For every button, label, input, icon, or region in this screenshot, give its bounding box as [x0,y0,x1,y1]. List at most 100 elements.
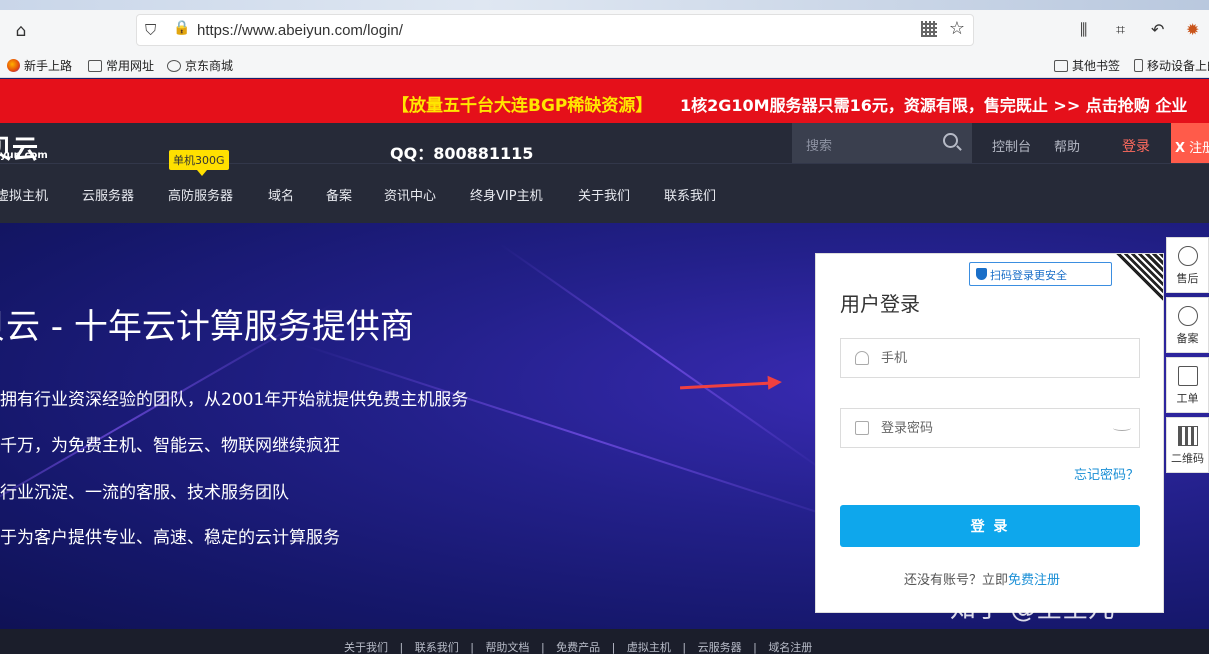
qr-code-icon[interactable] [921,21,937,37]
login-panel: 扫码登录更安全 用户登录 忘记密码？ 登 录 还没有账号？立即免费注册 [815,253,1164,613]
password-field[interactable] [840,408,1140,448]
red-arrow-annotation [679,381,771,390]
lock-icon [855,421,869,435]
nav-item-about[interactable]: 关于我们 [578,185,630,204]
footer-separator: | [399,641,404,654]
nav-item-domain[interactable]: 域名 [268,185,294,204]
address-bar[interactable]: ⛉ 🔒 https://www.abeiyun.com/login/ ☆ [136,14,974,46]
bookmark-item[interactable]: 京东商城 [167,57,233,74]
eye-closed-icon[interactable] [1113,425,1131,431]
promo-text[interactable]: 1核2G10M服务器只需16元，资源有限，售完既止 >> 点击抢购 企业 [680,92,1187,116]
shield-check-icon [976,268,987,280]
footer-link-cloud-server[interactable]: 云服务器 [698,641,742,654]
footer-link-contact[interactable]: 联系我们 [415,641,459,654]
hero-title: 贝云 - 十年云计算服务提供商 [0,307,414,347]
headset-icon [1177,306,1198,326]
footer-link-free[interactable]: 免费产品 [556,641,600,654]
register-button[interactable]: X 注册 [1171,123,1209,163]
nav-item-vip-host[interactable]: 终身VIP主机 [470,185,543,204]
phone-input[interactable] [881,348,1111,368]
footer-separator: | [682,641,687,654]
footer-link-virtual-host[interactable]: 虚拟主机 [627,641,671,654]
side-label: 售后 [1176,272,1199,285]
phone-field[interactable] [840,338,1140,378]
site-logo-domain: yun.com [0,150,48,161]
search-input[interactable]: 搜索 [792,123,972,163]
footer-link-help[interactable]: 帮助文档 [485,641,529,654]
user-icon [855,351,869,365]
light-beam [499,243,829,475]
side-item-qrcode[interactable]: 二维码 [1166,417,1209,473]
footer-link-domain[interactable]: 域名注册 [768,641,812,654]
header-login-link[interactable]: 登录 [1122,136,1150,156]
bookmark-label: 常用网址 [106,59,155,73]
search-placeholder: 搜索 [806,139,833,154]
document-icon [1177,366,1198,386]
register-prompt: 还没有账号？立即免费注册 [904,569,1060,588]
qr-login-toggle-icon[interactable] [1115,254,1163,302]
nav-item-cloud-server[interactable]: 云服务器 [82,185,134,204]
console-link[interactable]: 控制台 [992,136,1031,155]
scan-login-tip[interactable]: 扫码登录更安全 [969,262,1112,286]
password-input[interactable] [881,418,1111,438]
bookmarks-bar: 新手上路 常用网址 京东商城 其他书签 移动设备上的 [0,52,1209,78]
folder-icon [1054,59,1068,72]
headset-icon [1177,246,1198,266]
promo-banner[interactable]: 【放量五千台大连BGP稀缺资源】 1核2G10M服务器只需16元，资源有限，售完… [0,79,1209,123]
shield-icon[interactable]: ⛉ [145,21,161,39]
footer-link-about[interactable]: 关于我们 [344,641,388,654]
nav-item-contact[interactable]: 联系我们 [664,185,716,204]
footer-links: 关于我们 | 联系我们 | 帮助文档 | 免费产品 | 虚拟主机 | 云服务器 … [344,639,820,654]
url-text[interactable]: https://www.abeiyun.com/login/ [197,22,403,39]
star-icon[interactable]: ☆ [949,18,965,39]
back-icon[interactable]: ↶ [1151,20,1164,39]
bookmark-label: 其他书签 [1072,59,1121,73]
bookmark-item[interactable]: 其他书签 [1054,57,1120,74]
bookmark-item[interactable]: 移动设备上的 [1134,57,1209,74]
zhihu-watermark: 知乎 @空空儿 [950,594,1115,624]
side-label: 二维码 [1171,452,1204,465]
hero-line: 拥有行业资深经验的团队，从2001年开始就提供免费主机服务 [0,390,469,410]
promo-tag[interactable]: 【放量五千台大连BGP稀缺资源】 [392,91,652,116]
side-item-ticket[interactable]: 工单 [1166,357,1209,413]
extension-icon[interactable]: ✹ [1186,20,1199,39]
nav-item-virtual-host[interactable]: 虚拟主机 [0,185,48,204]
folder-icon [88,59,102,72]
nav-item-icp[interactable]: 备案 [326,185,352,204]
bookmark-item[interactable]: 新手上路 [7,57,72,74]
bookmark-label: 新手上路 [24,59,73,73]
qq-contact: QQ：800881115 [390,144,534,163]
library-icon[interactable]: ⫼ [1080,20,1087,40]
register-prefix: X [1175,141,1186,156]
footer-separator: | [753,641,757,654]
register-label: 注册 [1189,141,1209,156]
phone-icon [1134,59,1143,72]
side-item-icp[interactable]: 备案 [1166,297,1209,353]
nav-badge: 单机300G [169,150,229,176]
nav-item-ddos-server[interactable]: 高防服务器 [168,185,233,204]
footer-separator: | [540,641,545,654]
browser-toolbar: ⌂ ⛉ 🔒 https://www.abeiyun.com/login/ ☆ ⫼… [0,0,1209,52]
side-item-after-sales[interactable]: 售后 [1166,237,1209,293]
help-link[interactable]: 帮助 [1054,136,1080,155]
qr-code-icon [1177,426,1198,446]
free-register-link[interactable]: 免费注册 [1008,573,1060,588]
hero-line: 千万，为免费主机、智能云、物联网继续疯狂 [0,436,340,456]
nav-item-news[interactable]: 资讯中心 [384,185,436,204]
bookmark-item[interactable]: 常用网址 [88,57,154,74]
crop-icon[interactable]: ⌗ [1116,20,1125,40]
globe-icon [167,59,181,72]
light-beam [299,343,871,531]
home-icon[interactable]: ⌂ [8,18,34,44]
login-title: 用户登录 [840,292,920,316]
side-label: 备案 [1176,332,1199,345]
login-button[interactable]: 登 录 [840,505,1140,547]
search-icon[interactable] [943,133,958,148]
bookmark-label: 移动设备上的 [1147,59,1209,73]
lock-icon[interactable]: 🔒 [173,20,190,36]
forgot-password-link[interactable]: 忘记密码？ [1074,464,1139,483]
firefox-icon [7,59,20,72]
footer-separator: | [470,641,474,654]
site-footer: 关于我们 | 联系我们 | 帮助文档 | 免费产品 | 虚拟主机 | 云服务器 … [0,629,1209,654]
hero-line: 于为客户提供专业、高速、稳定的云计算服务 [0,528,340,548]
